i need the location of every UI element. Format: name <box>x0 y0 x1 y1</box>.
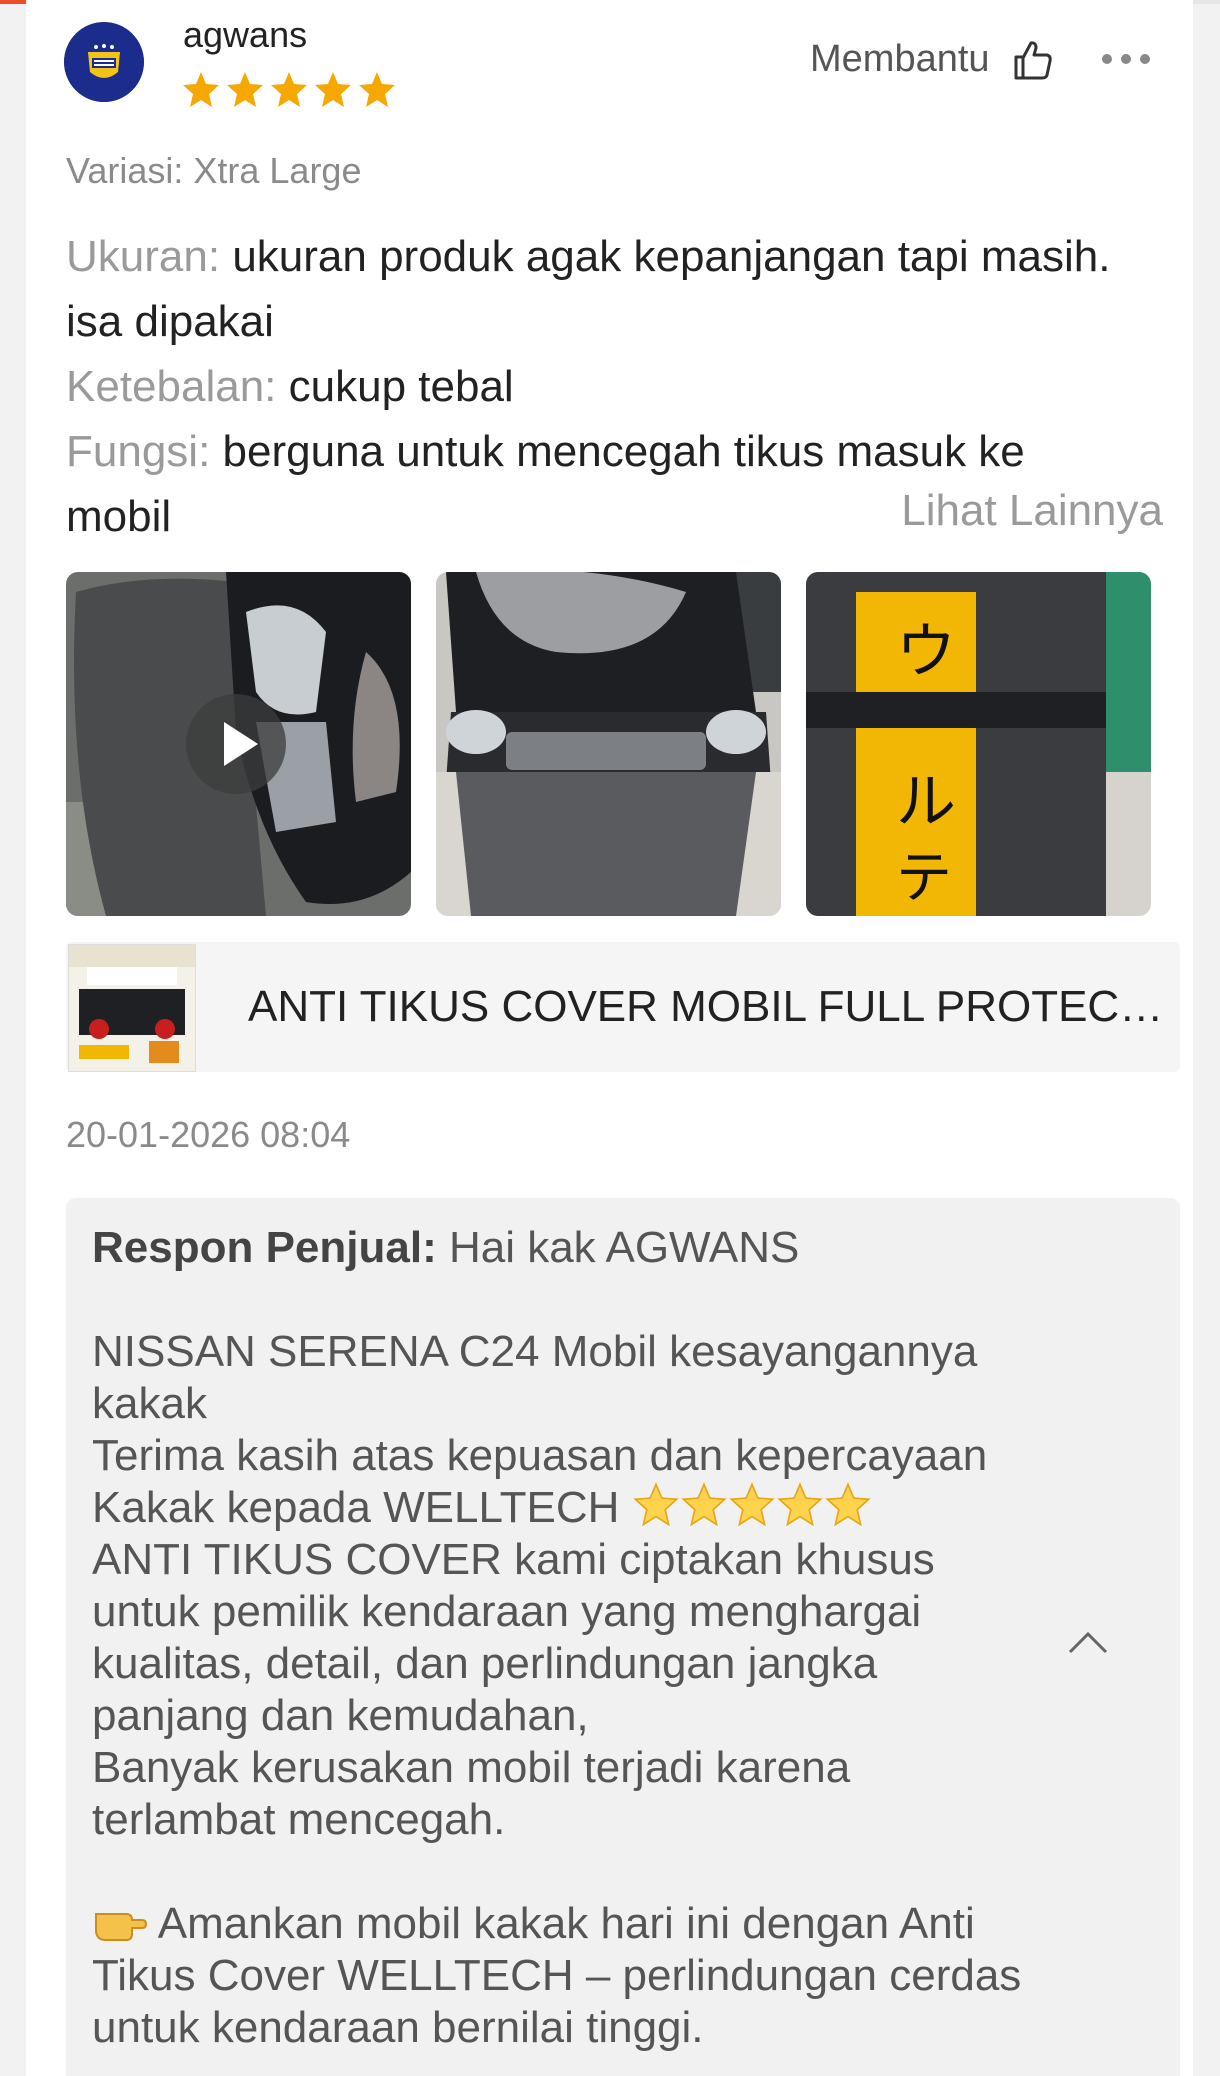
svg-text:ウ: ウ <box>896 617 956 687</box>
review-video-thumbnail[interactable] <box>66 572 411 916</box>
review-image-2[interactable] <box>436 572 781 916</box>
review-card: agwans Membantu Variasi: Xtra Large Ukur… <box>26 0 1193 2076</box>
seller-response: Respon Penjual: Hai kak AGWANS NISSAN SE… <box>66 1198 1180 2076</box>
attribute-value: ukuran produk agak kepanjangan tapi masi… <box>66 232 1111 346</box>
variation-label: Variasi: Xtra Large <box>66 150 362 191</box>
star-emoji-icon <box>776 1482 823 1527</box>
seller-line: Banyak kerusakan mobil terjadi karena te… <box>92 1743 851 1844</box>
more-dots-icon[interactable] <box>1102 54 1150 64</box>
star-emoji-row <box>632 1482 872 1532</box>
seller-closing: Amankan mobil kakak hari ini dengan Anti… <box>92 1899 1022 2052</box>
product-thumbnail <box>68 944 196 1072</box>
star-emoji-icon <box>824 1482 871 1527</box>
thumbs-up-icon <box>1014 40 1052 79</box>
star-emoji-icon <box>728 1482 775 1527</box>
review-date: 20-01-2026 08:04 <box>66 1114 351 1155</box>
review-image-3[interactable]: ウ ル テ <box>806 572 1151 916</box>
chevron-up-icon[interactable] <box>1066 1628 1110 1656</box>
rating-stars <box>181 70 397 110</box>
helpful-label: Membantu <box>810 38 990 80</box>
username: agwans <box>183 14 308 55</box>
seller-response-text: Respon Penjual: Hai kak AGWANS NISSAN SE… <box>92 1222 1032 2054</box>
seller-response-label: Respon Penjual: <box>92 1223 437 1272</box>
seller-greeting: Hai kak AGWANS <box>448 1223 800 1272</box>
see-more-link[interactable]: Lihat Lainnya <box>901 486 1163 536</box>
attribute-label: Ukuran: <box>66 232 221 281</box>
attribute-value: berguna untuk mencegah tikus masuk ke mo… <box>66 427 1025 541</box>
svg-text:テ: テ <box>896 846 952 911</box>
avatar[interactable] <box>64 22 144 102</box>
attribute-value: cukup tebal <box>288 362 514 411</box>
attribute-label: Fungsi: <box>66 427 211 476</box>
star-emoji-icon <box>680 1482 727 1527</box>
star-icon <box>271 72 307 107</box>
product-name: ANTI TIKUS COVER MOBIL FULL PROTECTION <box>248 982 1168 1031</box>
star-icon <box>227 72 263 107</box>
attribute-label: Ketebalan: <box>66 362 277 411</box>
star-icon <box>359 72 395 107</box>
helpful-button[interactable]: Membantu <box>810 38 1052 81</box>
attribute-size: Ukuran: ukuran produk agak kepanjangan t… <box>66 224 1176 354</box>
star-emoji-icon <box>632 1482 679 1527</box>
star-icon <box>315 72 351 107</box>
pointing-hand-icon <box>95 1913 148 1941</box>
play-icon[interactable] <box>186 694 286 794</box>
svg-text:ル: ル <box>896 767 956 837</box>
product-link[interactable]: ANTI TIKUS COVER MOBIL FULL PROTECTION <box>66 942 1180 1072</box>
attribute-thickness: Ketebalan: cukup tebal <box>66 354 1176 419</box>
seller-line: NISSAN SERENA C24 Mobil kesayangannya ka… <box>92 1327 978 1428</box>
seller-line: ANTI TIKUS COVER kami ciptakan khusus un… <box>92 1535 935 1740</box>
star-icon <box>183 72 219 107</box>
